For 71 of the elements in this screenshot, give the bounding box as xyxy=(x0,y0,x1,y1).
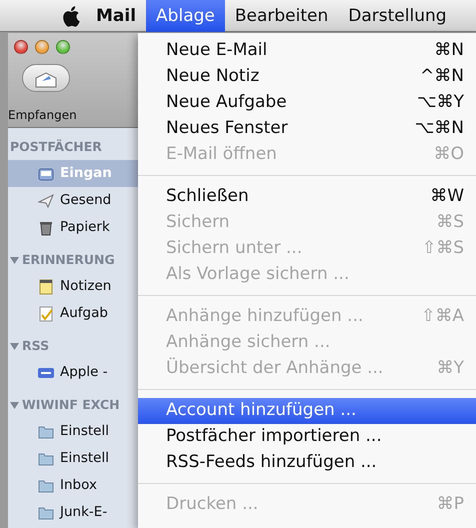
menu-item-label: Neue Notiz xyxy=(166,65,260,88)
folder-icon xyxy=(38,504,54,520)
menu-item-label: E-Mail öffnen xyxy=(166,143,277,166)
envelope-icon xyxy=(35,72,57,88)
app-name[interactable]: Mail xyxy=(86,0,146,32)
shortcut-label: ⌘S xyxy=(436,211,464,234)
menu-item-label: Account hinzufügen ... xyxy=(166,399,356,422)
paper-plane-icon xyxy=(38,192,54,208)
menu-item[interactable]: Neue Aufgabe ⌥⌘Y xyxy=(138,90,476,116)
menu-item-label: Übersicht der Anhänge ... xyxy=(166,356,384,380)
mailbox-item[interactable]: Inbox xyxy=(8,472,138,499)
folder-icon xyxy=(38,424,54,440)
folder-icon xyxy=(38,450,54,466)
mailbox-item[interactable]: Apple - xyxy=(8,359,138,386)
minimize-button[interactable] xyxy=(35,40,49,54)
apple-logo-icon[interactable] xyxy=(62,4,82,26)
inbox-tray-icon xyxy=(38,166,54,182)
disclosure-triangle-icon[interactable] xyxy=(10,256,19,264)
mailbox-item[interactable]: Papierk xyxy=(8,214,138,241)
menu-item-label: Neues Fenster xyxy=(166,117,288,140)
menu-item-label: Als Vorlage sichern ... xyxy=(166,263,350,286)
shortcut-label: ⌥⌘N xyxy=(414,117,464,140)
mailbox-item[interactable]: Einstell xyxy=(8,445,138,472)
disclosure-triangle-icon[interactable] xyxy=(10,342,19,350)
section-heading: WIWINF EXCH xyxy=(22,396,120,414)
mailbox-item[interactable]: Einstell xyxy=(8,418,138,445)
shortcut-label: ⌘P xyxy=(436,493,464,516)
section-heading: POSTFÄCHER xyxy=(10,138,102,156)
section-heading: ERINNERUNG xyxy=(22,250,115,269)
menu-item-label: Anhänge sichern ... xyxy=(166,331,330,354)
trash-icon xyxy=(38,220,54,236)
menu-item-label: RSS-Feeds hinzufügen ... xyxy=(166,451,377,474)
menu-item-label: Postfächer importieren ... xyxy=(166,425,382,448)
shortcut-label: ⌘W xyxy=(430,185,464,208)
menu-item[interactable]: Postfächer importieren ... xyxy=(138,424,476,450)
menu-item-label: Sichern xyxy=(166,211,230,234)
menu-bar-item[interactable]: Bearbeiten xyxy=(224,0,338,32)
shortcut-label: ⌥⌘Y xyxy=(417,91,464,114)
menu-item[interactable]: Neue Notiz ^⌘N xyxy=(138,64,476,90)
menu-item-label: Neue Aufgabe xyxy=(166,91,287,114)
menu-item[interactable]: Schließen ⌘W xyxy=(138,184,476,210)
get-mail-button[interactable] xyxy=(22,64,70,92)
disclosure-triangle-icon[interactable] xyxy=(10,400,19,410)
shortcut-label: ⇧⌘A xyxy=(421,305,464,328)
get-mail-label: Empfangen xyxy=(8,107,77,124)
menu-item-label: Sichern unter ... xyxy=(166,237,302,260)
mailbox-item[interactable]: Notizen xyxy=(8,273,138,300)
section-heading: RSS xyxy=(22,336,50,355)
shortcut-label: ^⌘N xyxy=(420,65,464,88)
menu-item-label: Schließen xyxy=(166,185,249,208)
menu-item[interactable]: Neue E-Mail ⌘N xyxy=(138,38,476,64)
checklist-icon xyxy=(38,306,54,322)
zoom-button[interactable] xyxy=(56,40,70,54)
menu-item-label: Anhänge hinzufügen ... xyxy=(166,305,364,328)
shortcut-label: ⌘N xyxy=(434,39,464,62)
close-button[interactable] xyxy=(14,40,28,54)
menu-item-label: Neue E-Mail xyxy=(166,39,268,62)
folder-icon xyxy=(38,478,54,494)
mailbox-item[interactable]: Aufgab xyxy=(8,300,138,327)
menu-item[interactable]: RSS-Feeds hinzufügen ... xyxy=(138,450,476,476)
shortcut-label: ⌘Y xyxy=(436,357,464,380)
shortcut-label: ⇧⌘S xyxy=(422,237,464,260)
menu-item[interactable]: Account hinzufügen ... xyxy=(138,398,476,424)
menu-item-label: Drucken ... xyxy=(166,493,258,516)
shortcut-label: ⌘O xyxy=(434,143,464,166)
mailbox-item[interactable]: Gesend xyxy=(8,187,138,214)
mailbox-item[interactable]: Junk-E- xyxy=(8,499,138,526)
menu-bar-item[interactable]: Darstellung xyxy=(338,0,457,32)
notepad-icon xyxy=(38,278,54,294)
menu-bar-item[interactable]: Ablage xyxy=(146,0,225,32)
menu-item[interactable]: Neues Fenster ⌥⌘N xyxy=(138,116,476,142)
